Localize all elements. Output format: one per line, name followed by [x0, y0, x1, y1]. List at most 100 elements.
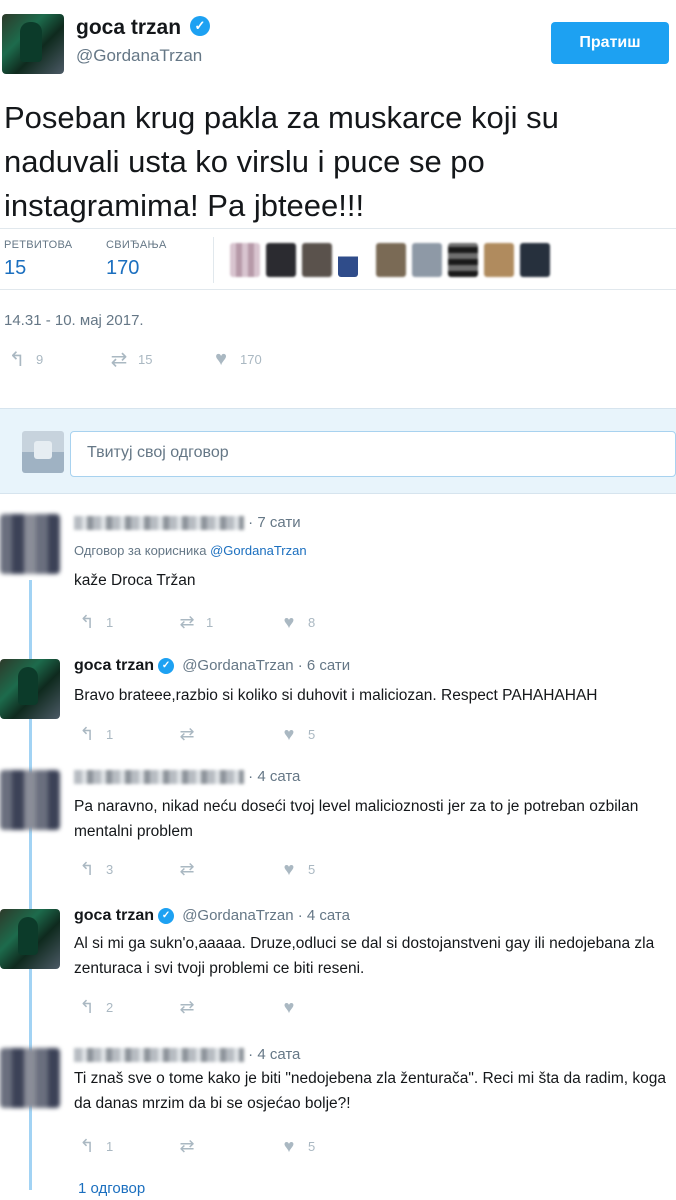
heart-icon: ♥	[283, 996, 295, 1017]
like-count: 170	[240, 351, 262, 367]
retweet-icon: ⇄	[179, 1135, 195, 1156]
reply-avatar[interactable]	[0, 514, 60, 574]
liker-avatar[interactable]	[412, 243, 442, 277]
reply-compose: Твитуј свој одговор	[0, 408, 676, 494]
current-user-avatar	[22, 431, 64, 473]
reply-button[interactable]: ↰ 1	[74, 721, 113, 747]
verified-badge-icon: ✓	[158, 658, 175, 675]
reply-text: Bravo brateee,razbio si koliko si duhovi…	[74, 687, 598, 704]
retweet-button[interactable]: ⇄	[174, 856, 206, 882]
heart-icon: ♥	[283, 1135, 295, 1156]
reply-text: Ti znaš sve o tome kako je biti "nedojeb…	[74, 1070, 666, 1112]
reply-icon: ↰	[79, 858, 95, 879]
blurred-username[interactable]	[74, 770, 244, 785]
reply-input[interactable]: Твитуј свој одговор	[70, 431, 676, 477]
reply-count: 9	[36, 351, 44, 367]
likes-label: СВИЂАЊА	[106, 239, 167, 251]
reply-actions: ↰ 3 ⇄ ♥ 5	[74, 854, 474, 879]
reply-count: 1	[106, 614, 114, 630]
verified-badge-icon: ✓	[190, 16, 210, 36]
tweet-timestamp[interactable]: 14.31 - 10. мај 2017.	[4, 312, 144, 329]
likes-count: 170	[106, 257, 140, 279]
tweet-text: Poseban krug pakla za muskarce koji su n…	[4, 100, 559, 223]
like-button[interactable]: ♥ 5	[276, 721, 316, 747]
reply-count: 1	[106, 1138, 114, 1154]
reply-author-handle[interactable]: @GordanaTrzan	[182, 657, 293, 674]
reply-avatar[interactable]	[0, 909, 60, 969]
reply-text: Al si mi ga sukn'o,aaaaa. Druze,odluci s…	[74, 935, 655, 977]
retweets-count: 15	[4, 257, 27, 279]
reply-actions: ↰ 1 ⇄ ♥ 5	[74, 719, 474, 744]
like-button[interactable]: ♥ 5	[276, 856, 316, 882]
blurred-username[interactable]	[74, 1048, 244, 1063]
reply-time[interactable]: · 4 сата	[248, 1046, 300, 1063]
reply-icon: ↰	[8, 348, 26, 371]
reply-author-name[interactable]: goca trzan	[74, 907, 154, 924]
liker-avatar[interactable]	[338, 243, 358, 277]
reply-text: kaže Droca Tržan	[74, 572, 196, 589]
follow-button[interactable]: Пратиш	[551, 22, 669, 64]
retweet-button[interactable]: ⇄	[174, 1133, 206, 1159]
reply-avatar[interactable]	[0, 770, 60, 830]
liker-avatar[interactable]	[376, 243, 406, 277]
reply-time[interactable]: · 6 сати	[298, 657, 350, 674]
like-button[interactable]: ♥ 5	[276, 1133, 316, 1159]
like-button[interactable]: ♥ 8	[276, 609, 316, 635]
liker-avatar[interactable]	[230, 243, 260, 277]
like-button[interactable]: ♥	[276, 994, 308, 1020]
retweet-button[interactable]: ⇄	[174, 721, 206, 747]
reply-count: 2	[106, 999, 114, 1015]
reply-time[interactable]: · 4 сата	[298, 907, 350, 924]
retweet-button[interactable]: ⇄ 1	[174, 609, 213, 635]
liker-avatar[interactable]	[520, 243, 550, 277]
retweet-button[interactable]: ⇄ 15	[106, 346, 153, 372]
reply-actions: ↰ 2 ⇄ ♥	[74, 992, 474, 1017]
liker-avatar[interactable]	[266, 243, 296, 277]
like-count: 5	[308, 861, 316, 877]
retweets-stat[interactable]: РЕТВИТОВА 15	[4, 239, 72, 280]
liker-avatar[interactable]	[302, 243, 332, 277]
retweet-count: 1	[206, 614, 214, 630]
likes-stat[interactable]: СВИЂАЊА 170	[106, 239, 167, 280]
reply-icon: ↰	[79, 1135, 95, 1156]
reply-author-handle[interactable]: @GordanaTrzan	[182, 907, 293, 924]
replying-to: Одговор за корисника @GordanaTrzan	[74, 543, 307, 558]
reply-time[interactable]: · 7 сати	[248, 514, 300, 531]
tweet-actions: ↰ 9 ⇄ 15 ♥ 170	[0, 344, 676, 374]
reply-button[interactable]: ↰ 2	[74, 994, 113, 1020]
reply-time[interactable]: · 4 сата	[248, 768, 300, 785]
replying-mention[interactable]: @GordanaTrzan	[210, 543, 307, 558]
replying-prefix: Одговор за корисника	[74, 543, 207, 558]
reply-count: 1	[106, 726, 114, 742]
retweet-count: 15	[138, 351, 153, 367]
heart-icon: ♥	[283, 723, 295, 744]
retweets-label: РЕТВИТОВА	[4, 239, 73, 251]
liker-avatar[interactable]	[448, 243, 478, 277]
reply-author-name[interactable]: goca trzan	[74, 657, 154, 674]
like-count: 5	[308, 726, 316, 742]
like-count: 8	[308, 614, 316, 630]
reply-avatar[interactable]	[0, 1048, 60, 1108]
author-handle[interactable]: @GordanaTrzan	[76, 46, 202, 66]
retweet-icon: ⇄	[179, 723, 195, 744]
author-avatar[interactable]	[2, 14, 64, 74]
reply-actions: ↰ 1 ⇄ ♥ 5	[74, 1131, 474, 1156]
like-button[interactable]: ♥ 170	[208, 346, 262, 372]
stats-divider	[213, 237, 214, 283]
retweet-button[interactable]: ⇄	[174, 994, 206, 1020]
reply-button[interactable]: ↰ 1	[74, 609, 113, 635]
author-name[interactable]: goca trzan	[76, 16, 181, 40]
reply-button[interactable]: ↰ 3	[74, 856, 113, 882]
liker-avatar[interactable]	[484, 243, 514, 277]
reply-button[interactable]: ↰ 1	[74, 1133, 113, 1159]
tweet-stats: РЕТВИТОВА 15 СВИЂАЊА 170	[0, 228, 676, 290]
blurred-username[interactable]	[74, 516, 244, 531]
show-replies-link[interactable]: 1 одговор	[78, 1180, 145, 1197]
retweet-icon: ⇄	[179, 858, 195, 879]
reply-icon: ↰	[79, 723, 95, 744]
tweet-header: goca trzan ✓ @GordanaTrzan Пратиш	[0, 0, 676, 90]
retweet-icon: ⇄	[179, 611, 195, 632]
reply-avatar[interactable]	[0, 659, 60, 719]
retweet-icon: ⇄	[179, 996, 195, 1017]
reply-button[interactable]: ↰ 9	[4, 346, 44, 372]
